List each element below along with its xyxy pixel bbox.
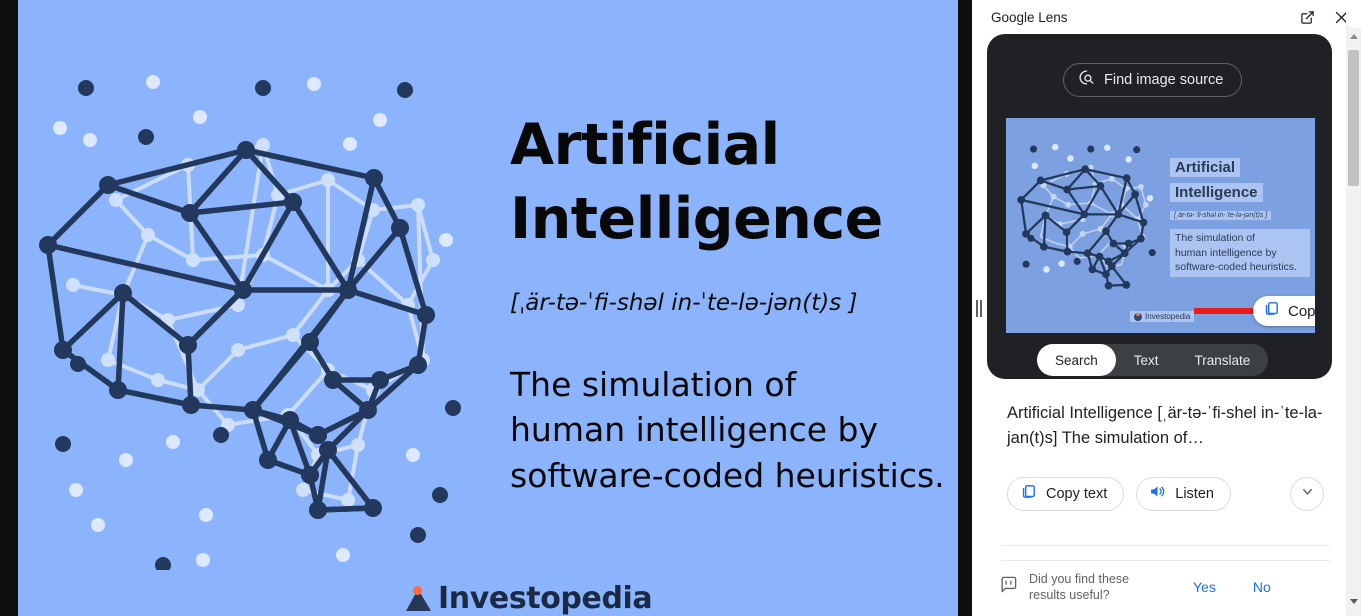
lens-panel-scrollbar[interactable] <box>1346 0 1361 616</box>
copy-label: Copy <box>1288 302 1315 320</box>
result-action-row: Copy text Listen <box>1007 476 1324 511</box>
grip-icon <box>975 299 982 317</box>
thumbnail-brand-label: Investopedia <box>1145 312 1191 321</box>
thumbnail-pronunciation: [ˌär-tə-ˈfi-shəl in-ˈte-lə-jən(t)s ] <box>1170 211 1272 220</box>
feedback-no-button[interactable]: No <box>1253 579 1271 595</box>
scrollbar-thumb[interactable] <box>1348 50 1359 186</box>
feedback-yes-button[interactable]: Yes <box>1193 579 1216 595</box>
lens-mode-tabs: Search Text Translate <box>1037 344 1269 376</box>
lens-panel-title: Google Lens <box>991 9 1068 25</box>
find-image-source-button[interactable]: Find image source <box>1063 63 1243 97</box>
scroll-up-arrow-icon[interactable] <box>1346 28 1361 45</box>
thumbnail-brand: Investopedia <box>1130 311 1195 322</box>
volume-up-icon <box>1149 483 1166 505</box>
thumbnail-copy-button[interactable]: Copy <box>1253 296 1315 326</box>
lens-search-icon <box>1078 69 1095 91</box>
scrollbar-top-cap <box>1346 0 1361 28</box>
feedback-icon <box>999 575 1018 599</box>
feedback-question: Did you find these results useful? <box>1029 571 1130 603</box>
chevron-down-icon <box>1300 484 1315 504</box>
expand-results-button[interactable] <box>1290 476 1324 511</box>
scroll-down-arrow-icon[interactable] <box>1346 593 1361 610</box>
thumbnail-definition: The simulation of human intelligence by … <box>1170 229 1310 278</box>
lens-preview-region: Find image source Artificial Intelligenc… <box>987 34 1332 379</box>
tab-search[interactable]: Search <box>1037 344 1116 376</box>
find-image-source-label: Find image source <box>1104 72 1224 88</box>
listen-button[interactable]: Listen <box>1136 476 1231 511</box>
network-brain-illustration <box>28 60 518 570</box>
open-in-new-icon[interactable] <box>1297 7 1317 27</box>
brand-name: Investopedia <box>438 581 653 616</box>
thumbnail-brain-illustration <box>1014 140 1174 305</box>
google-lens-panel: Google Lens Find image source Artificial… <box>985 0 1361 616</box>
page-content-area: Artificial Intelligence [ˌär-tə-ˈfi-shəl… <box>0 0 972 616</box>
image-text-block: Artificial Intelligence [ˌär-tə-ˈfi-shəl… <box>510 108 958 498</box>
definition-text: The simulation of human intelligence by … <box>510 365 945 495</box>
copy-icon <box>1020 483 1037 505</box>
lens-result-body: Artificial Intelligence [ˌär-tə-ˈfi-shel… <box>985 379 1346 511</box>
thumbnail-title-line1: Artificial <box>1170 158 1241 177</box>
pronunciation-text: [ˌär-tə-ˈfi-shəl in-ˈte-lə-jən(t)s ] <box>510 290 858 317</box>
copy-text-button[interactable]: Copy text <box>1007 476 1125 511</box>
investopedia-ai-image[interactable]: Artificial Intelligence [ˌär-tə-ˈfi-shəl… <box>18 0 958 616</box>
investopedia-mark-icon <box>1134 312 1142 321</box>
thumbnail-title-line2: Intelligence <box>1170 183 1263 202</box>
tab-translate[interactable]: Translate <box>1177 344 1269 376</box>
lens-panel-header: Google Lens <box>985 0 1361 34</box>
copy-icon <box>1263 300 1280 322</box>
screen: Artificial Intelligence [ˌär-tə-ˈfi-shəl… <box>0 0 1361 616</box>
listen-label: Listen <box>1175 485 1214 502</box>
copy-text-label: Copy text <box>1046 485 1108 502</box>
lens-scroll-container: Find image source Artificial Intelligenc… <box>985 34 1346 616</box>
divider <box>1001 544 1330 546</box>
page-title: Artificial Intelligence <box>510 112 883 253</box>
feedback-row: Did you find these results useful? Yes N… <box>985 561 1346 605</box>
investopedia-mark-icon <box>406 586 431 611</box>
lens-image-thumbnail[interactable]: Artificial Intelligence [ˌär-tə-ˈfi-shəl… <box>1006 118 1315 333</box>
lens-header-actions <box>1297 7 1351 27</box>
result-text: Artificial Intelligence [ˌär-tə-ˈfi-shel… <box>1007 404 1323 447</box>
investopedia-logo: Investopedia <box>406 581 653 616</box>
panel-resize-handle[interactable] <box>972 0 985 616</box>
tab-text[interactable]: Text <box>1116 344 1177 376</box>
